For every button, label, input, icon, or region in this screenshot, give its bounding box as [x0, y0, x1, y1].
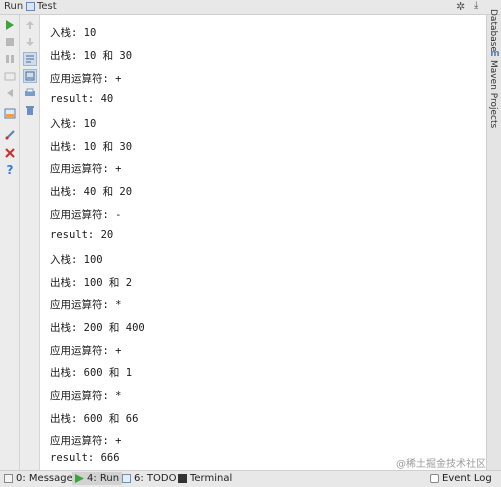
todo-icon [122, 474, 131, 483]
up-arrow-icon[interactable] [23, 18, 37, 32]
dump-threads-icon[interactable] [3, 69, 17, 83]
run-tab-label: 4: Run [87, 473, 120, 484]
run-tab[interactable]: 4: Run [72, 472, 123, 485]
bottom-tool-tabs: 0: Messages 4: Run 6: TODO Terminal Even… [0, 470, 501, 487]
soft-wrap-icon[interactable] [23, 52, 37, 66]
console-line: 入栈: 10 [50, 118, 97, 130]
console-output[interactable]: 入栈: 10 出栈: 10 和 30 应用运算符: + result: 40 入… [41, 15, 486, 470]
restore-layout-icon[interactable] [3, 86, 17, 100]
pause-icon[interactable] [3, 52, 17, 66]
event-log-icon [430, 474, 439, 483]
hide-panel-icon[interactable]: ⤓ [474, 0, 478, 11]
console-line: 应用运算符: * [50, 390, 122, 402]
console-line: 入栈: 100 [50, 254, 103, 266]
database-tool-tab[interactable]: Database [488, 9, 498, 52]
messages-tab-label: 0: Messages [16, 473, 78, 484]
watermark: @稀土掘金技术社区 [396, 459, 486, 470]
console-line: 出栈: 10 和 30 [50, 141, 133, 153]
layout-icon[interactable] [3, 106, 17, 120]
run-toolbar-secondary [20, 15, 40, 470]
down-arrow-icon[interactable] [23, 35, 37, 49]
messages-tab[interactable]: 0: Messages [4, 473, 78, 484]
console-line: 出栈: 100 和 2 [50, 277, 133, 289]
console-line: result: 20 [50, 229, 114, 241]
terminal-icon [178, 474, 187, 483]
console-line: 出栈: 10 和 30 [50, 50, 133, 62]
terminal-tab[interactable]: Terminal [178, 473, 232, 484]
console-line: 出栈: 600 和 1 [50, 367, 133, 379]
close-icon[interactable] [3, 146, 17, 160]
pin-icon[interactable] [3, 128, 17, 142]
scroll-to-end-icon[interactable] [23, 69, 37, 83]
event-log-tab-label: Event Log [442, 473, 492, 484]
terminal-tab-label: Terminal [190, 473, 233, 484]
run-toolbar-primary: ? [0, 15, 20, 470]
console-line: 应用运算符: - [50, 209, 122, 221]
clear-all-icon[interactable] [23, 103, 37, 117]
todo-tab-label: 6: TODO [134, 473, 177, 484]
run-config-icon [26, 2, 35, 11]
console-line: 出栈: 40 和 20 [50, 186, 133, 198]
console-line: result: 666 [50, 452, 120, 464]
console-line: 应用运算符: + [50, 345, 122, 357]
run-config-tab[interactable]: Test [37, 1, 57, 12]
console-line: 应用运算符: + [50, 435, 122, 447]
right-tool-strip: Database m Maven Projects [486, 9, 501, 470]
messages-icon [4, 474, 13, 483]
maven-icon: m [490, 49, 500, 59]
run-label: Run [4, 1, 24, 12]
console-line: 应用运算符: + [50, 73, 122, 85]
rerun-icon[interactable] [3, 18, 17, 32]
console-line: result: 40 [50, 93, 114, 105]
maven-projects-tool-tab[interactable]: Maven Projects [488, 60, 498, 128]
todo-tab[interactable]: 6: TODO [122, 473, 176, 484]
console-line: 出栈: 200 和 400 [50, 322, 145, 334]
run-tool-window-header: Run Test ✲ ⤓ [0, 0, 501, 15]
stop-icon[interactable] [3, 35, 17, 49]
console-line: 应用运算符: * [50, 299, 122, 311]
gear-icon[interactable]: ✲ [456, 0, 465, 13]
event-log-tab[interactable]: Event Log [430, 473, 492, 484]
console-line: 应用运算符: + [50, 163, 122, 175]
help-icon[interactable]: ? [3, 163, 17, 177]
print-icon[interactable] [23, 86, 37, 100]
run-icon [75, 474, 84, 483]
console-line: 入栈: 10 [50, 27, 97, 39]
console-line: 出栈: 600 和 66 [50, 413, 139, 425]
